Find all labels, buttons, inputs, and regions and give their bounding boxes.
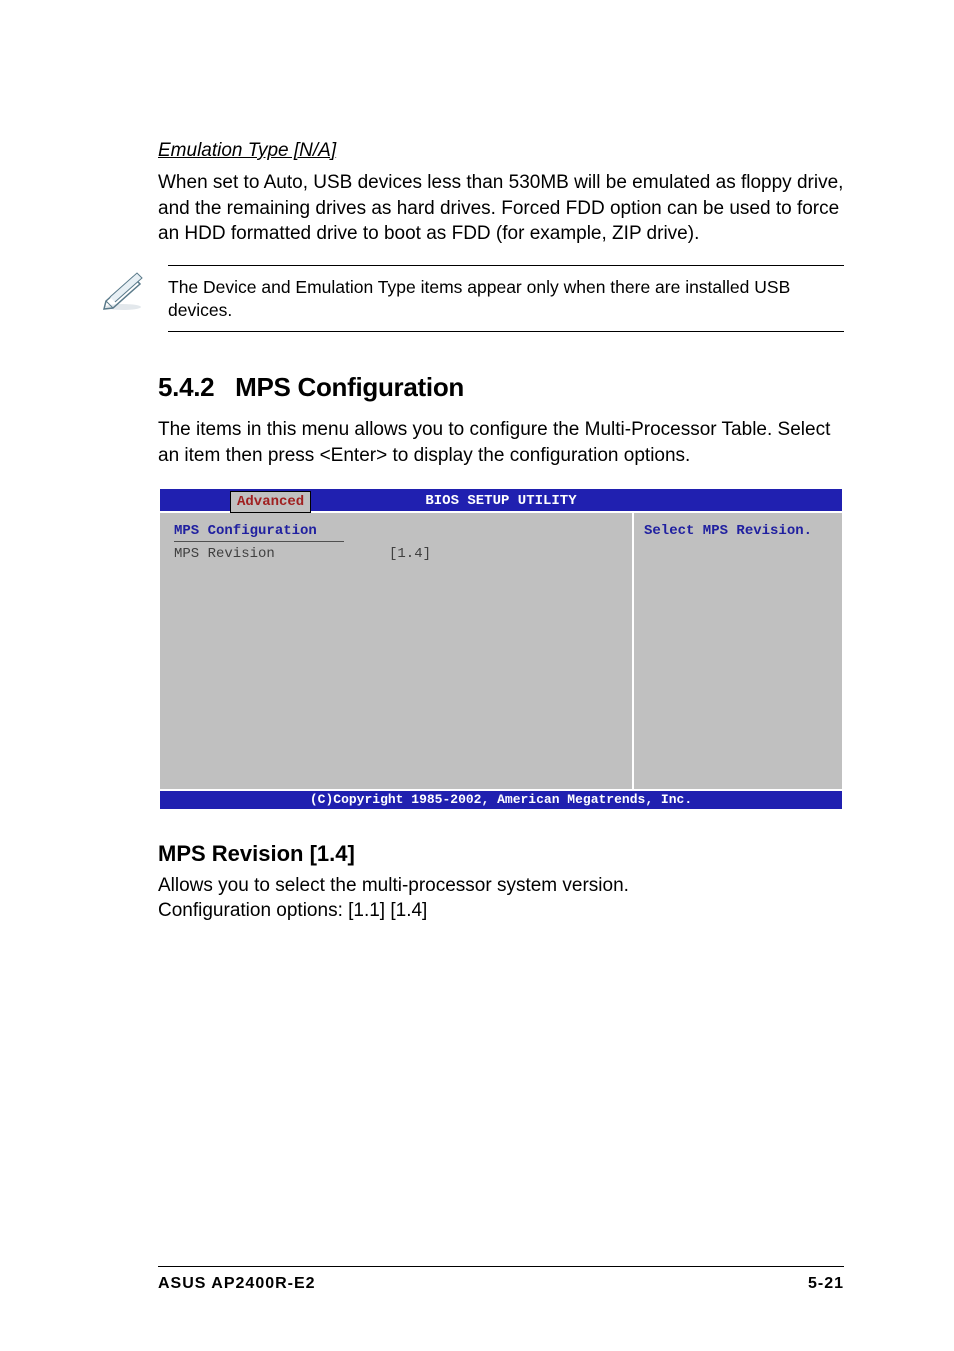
bios-help-text: Select MPS Revision. (644, 523, 812, 539)
mps-revision-heading: MPS Revision [1.4] (158, 841, 844, 867)
mps-revision-description: Allows you to select the multi-processor… (158, 873, 844, 899)
emulation-type-body: When set to Auto, USB devices less than … (158, 170, 844, 247)
bios-left-panel: MPS Configuration MPS Revision [1.4] (160, 513, 632, 789)
footer-product-name: ASUS AP2400R-E2 (158, 1275, 316, 1293)
pencil-note-icon (98, 271, 148, 316)
page-footer: ASUS AP2400R-E2 5-21 (158, 1266, 844, 1293)
bios-option-label: MPS Revision (174, 546, 389, 562)
bios-divider (174, 541, 344, 542)
emulation-type-heading: Emulation Type [N/A] (158, 140, 844, 162)
note-text: The Device and Emulation Type items appe… (168, 276, 844, 322)
section-title: MPS Configuration (235, 372, 464, 402)
bios-header: BIOS SETUP UTILITY Advanced (158, 487, 844, 511)
bios-screenshot: BIOS SETUP UTILITY Advanced MPS Configur… (158, 487, 844, 811)
bios-tab-advanced: Advanced (230, 491, 311, 513)
note-container: The Device and Emulation Type items appe… (158, 265, 844, 333)
note-box: The Device and Emulation Type items appe… (168, 265, 844, 333)
section-number: 5.4.2 (158, 372, 214, 402)
section-intro-text: The items in this menu allows you to con… (158, 417, 844, 468)
bios-footer: (C)Copyright 1985-2002, American Megatre… (158, 791, 844, 811)
mps-revision-options: Configuration options: [1.1] [1.4] (158, 898, 844, 924)
bios-header-title: BIOS SETUP UTILITY (425, 493, 576, 509)
bios-body: MPS Configuration MPS Revision [1.4] Sel… (158, 511, 844, 791)
footer-page-number: 5-21 (808, 1275, 844, 1293)
section-heading: 5.4.2 MPS Configuration (158, 372, 844, 403)
bios-option-row: MPS Revision [1.4] (174, 546, 618, 562)
bios-option-value: [1.4] (389, 546, 431, 562)
bios-left-title: MPS Configuration (174, 523, 618, 539)
bios-right-panel: Select MPS Revision. (632, 513, 842, 789)
